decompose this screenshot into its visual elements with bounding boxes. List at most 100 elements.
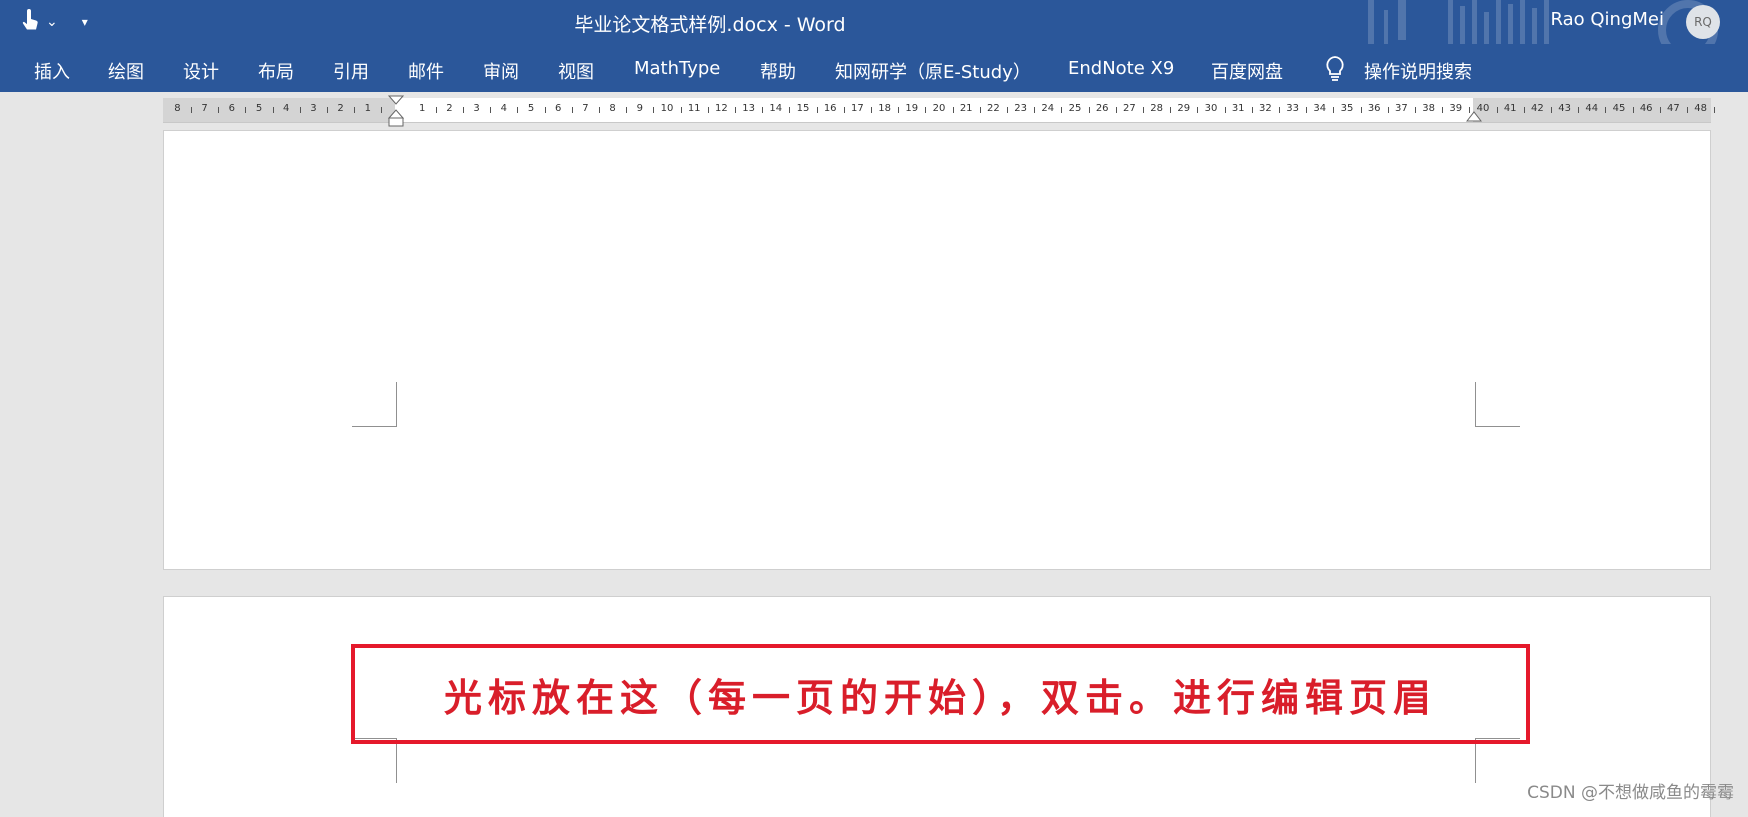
tab-mathtype[interactable]: MathType bbox=[634, 58, 720, 79]
ruler-number: 30 bbox=[1204, 103, 1218, 114]
tab-review[interactable]: 审阅 bbox=[483, 58, 519, 84]
ruler-tick bbox=[979, 107, 981, 113]
tab-endnote[interactable]: EndNote X9 bbox=[1068, 58, 1174, 79]
ruler-tick bbox=[245, 107, 247, 113]
ruler-number: 6 bbox=[555, 103, 562, 114]
tab-references[interactable]: 引用 bbox=[333, 58, 369, 84]
ruler-tick bbox=[1687, 107, 1688, 113]
ruler-tick bbox=[952, 107, 954, 113]
ruler-tick bbox=[1143, 107, 1144, 113]
ruler-tick bbox=[1279, 107, 1280, 113]
ruler-number: 15 bbox=[796, 103, 810, 114]
document-page-1[interactable] bbox=[163, 130, 1711, 570]
ruler-tick bbox=[843, 107, 845, 113]
ruler-number: 33 bbox=[1286, 103, 1299, 114]
tab-layout[interactable]: 布局 bbox=[258, 58, 294, 84]
annotation-callout-box: 光标放在这（每一页的开始），双击。进行编辑页眉 bbox=[351, 644, 1530, 744]
lightbulb-icon[interactable] bbox=[1322, 54, 1348, 86]
tab-design[interactable]: 设计 bbox=[183, 58, 219, 84]
tab-insert[interactable]: 插入 bbox=[34, 58, 70, 84]
ruler-tick bbox=[762, 107, 764, 113]
ruler-tick bbox=[1088, 107, 1090, 113]
ruler-number: 40 bbox=[1476, 103, 1490, 114]
ruler-number: 19 bbox=[905, 103, 919, 114]
ruler-number: 6 bbox=[228, 103, 235, 114]
tell-me-search[interactable]: 操作说明搜索 bbox=[1364, 58, 1472, 84]
ruler-tick bbox=[599, 107, 600, 113]
horizontal-ruler[interactable]: 8 7 6 5 4 3 2 1 1 2 3 4 5 6 7 8 9 10 11 12 13 14 15 16 17 18 19 20 2… bbox=[163, 95, 1716, 127]
ruler-number: 45 bbox=[1612, 103, 1626, 114]
ruler-tick bbox=[816, 107, 818, 113]
ruler-number: 31 bbox=[1231, 103, 1245, 114]
ruler-tick bbox=[626, 107, 628, 113]
ruler-tick bbox=[1551, 107, 1552, 113]
ruler-tick bbox=[653, 107, 655, 113]
ruler-number: 7 bbox=[582, 103, 589, 114]
user-name[interactable]: Rao QingMei bbox=[1551, 9, 1664, 30]
ruler-tick bbox=[1578, 107, 1580, 113]
ruler-number: 2 bbox=[337, 103, 344, 114]
ruler-tick bbox=[707, 107, 709, 113]
ruler-left-margin bbox=[163, 98, 395, 122]
ruler-tick bbox=[925, 107, 927, 113]
ruler-tick bbox=[1605, 107, 1607, 113]
ruler-tick bbox=[1333, 107, 1335, 113]
ruler-tick bbox=[871, 107, 872, 113]
ruler-number: 37 bbox=[1395, 103, 1408, 114]
ruler-number: 12 bbox=[715, 103, 728, 114]
ruler-tick bbox=[1197, 107, 1199, 113]
ruler-tick bbox=[898, 107, 900, 113]
margin-corner-top-left bbox=[352, 382, 397, 427]
ruler-tick bbox=[1523, 107, 1525, 113]
annotation-text: 光标放在这（每一页的开始），双击。进行编辑页眉 bbox=[443, 674, 1437, 720]
ruler-tick bbox=[1387, 107, 1389, 113]
ruler-number: 42 bbox=[1531, 103, 1544, 114]
ruler-number: 29 bbox=[1177, 103, 1191, 114]
indent-markers-icon[interactable] bbox=[388, 94, 404, 130]
ruler-tick bbox=[789, 107, 791, 113]
ruler-tick bbox=[1251, 107, 1253, 113]
ruler-number: 32 bbox=[1259, 103, 1272, 114]
ruler-number: 38 bbox=[1422, 103, 1435, 114]
tab-baidu-netdisk[interactable]: 百度网盘 bbox=[1211, 58, 1283, 84]
tab-help[interactable]: 帮助 bbox=[760, 58, 796, 84]
ruler-number: 10 bbox=[660, 103, 674, 114]
ruler-tick bbox=[1415, 107, 1416, 113]
ruler-number: 22 bbox=[987, 103, 1000, 114]
tab-draw[interactable]: 绘图 bbox=[108, 58, 144, 84]
ruler-tick bbox=[1659, 107, 1661, 113]
ruler-tick bbox=[1496, 107, 1498, 113]
tab-view[interactable]: 视图 bbox=[558, 58, 594, 84]
ruler-tick bbox=[1115, 107, 1117, 113]
ruler-number: 9 bbox=[636, 103, 643, 114]
ruler-number: 20 bbox=[932, 103, 946, 114]
ruler-tick bbox=[1061, 107, 1063, 113]
ruler-number: 5 bbox=[527, 103, 535, 114]
user-avatar[interactable]: RQ bbox=[1686, 5, 1720, 39]
ruler-number: 13 bbox=[742, 103, 755, 114]
ruler-tick bbox=[1224, 107, 1226, 113]
ruler-number: 5 bbox=[255, 103, 263, 114]
ruler-number: 3 bbox=[473, 103, 480, 114]
ruler-number: 35 bbox=[1340, 103, 1354, 114]
ruler-tick bbox=[490, 107, 492, 113]
ruler-number: 24 bbox=[1041, 103, 1055, 114]
ruler-tick bbox=[463, 107, 464, 113]
watermark: CSDN @不想做咸鱼的霉霉 bbox=[1527, 783, 1734, 803]
tab-estudy[interactable]: 知网研学（原E-Study） bbox=[835, 58, 1031, 84]
ruler-number: 26 bbox=[1095, 103, 1109, 114]
ruler-number: 23 bbox=[1014, 103, 1027, 114]
ruler-tick bbox=[354, 107, 356, 113]
ruler-number: 21 bbox=[959, 103, 973, 114]
ruler-number: 46 bbox=[1639, 103, 1653, 114]
ruler-tick bbox=[381, 107, 383, 113]
ruler-number: 4 bbox=[500, 103, 507, 114]
ruler-number: 8 bbox=[609, 103, 616, 114]
ruler-number: 48 bbox=[1694, 103, 1707, 114]
ruler-tick bbox=[1170, 107, 1172, 113]
ruler-number: 1 bbox=[364, 103, 371, 114]
ruler-number: 17 bbox=[851, 103, 864, 114]
ruler-tick bbox=[680, 107, 682, 113]
tab-mailings[interactable]: 邮件 bbox=[408, 58, 444, 84]
ruler-tick bbox=[272, 107, 274, 113]
